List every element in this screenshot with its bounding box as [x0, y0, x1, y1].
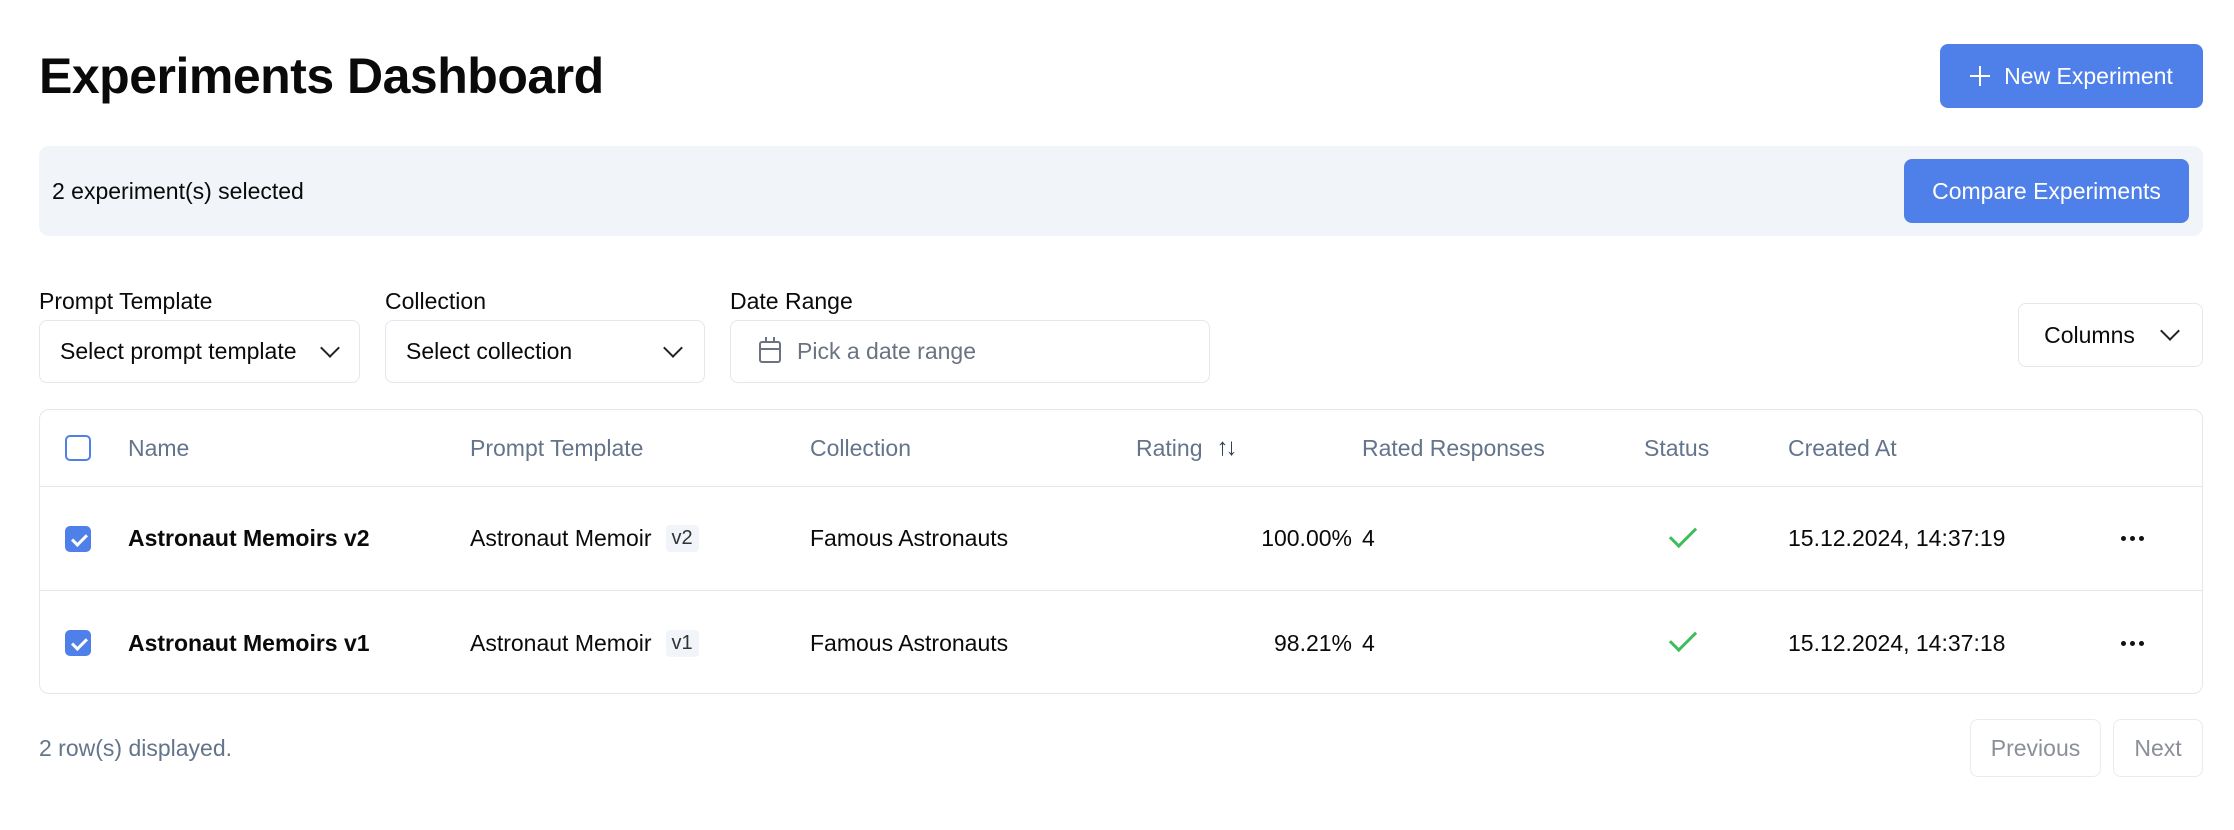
collection-select-value: Select collection: [406, 338, 573, 364]
select-all-checkbox[interactable]: [65, 435, 91, 461]
collection-filter-label: Collection: [385, 288, 486, 314]
new-experiment-label: New Experiment: [2004, 62, 2173, 89]
prompt-template-filter-label: Prompt Template: [39, 288, 213, 314]
column-header-rating[interactable]: Rating ↑↓: [1136, 410, 1237, 486]
select-all-cell: [65, 410, 91, 486]
column-header-collection[interactable]: Collection: [810, 410, 911, 486]
collection-select[interactable]: Select collection: [385, 320, 705, 383]
prompt-template-cell: Astronaut Memoir v1: [470, 591, 699, 695]
selection-count: 2 experiment(s) selected: [52, 178, 304, 204]
created-at-cell: 15.12.2024, 14:37:18: [1788, 629, 2006, 656]
date-range-picker[interactable]: Pick a date range: [730, 320, 1210, 383]
column-header-prompt-template[interactable]: Prompt Template: [470, 410, 643, 486]
column-header-status[interactable]: Status: [1644, 410, 1709, 486]
prompt-template-cell: Astronaut Memoir v2: [470, 487, 699, 590]
date-range-placeholder: Pick a date range: [797, 338, 977, 364]
prompt-template-select-value: Select prompt template: [60, 338, 297, 364]
rating-cell: 100.00%: [1261, 525, 1352, 551]
column-header-name[interactable]: Name: [128, 410, 189, 486]
row-select-cell: [65, 487, 91, 590]
sort-icon[interactable]: ↑↓: [1216, 434, 1237, 462]
selection-bar: 2 experiment(s) selected Compare Experim…: [39, 146, 2203, 236]
rated-responses-cell: 4: [1362, 525, 1375, 551]
calendar-icon: [759, 336, 781, 363]
experiment-name[interactable]: Astronaut Memoirs v2: [128, 487, 370, 590]
row-select-cell: [65, 591, 91, 695]
columns-label: Columns: [2044, 321, 2135, 348]
created-at-cell: 15.12.2024, 14:37:19: [1788, 525, 2006, 551]
table-row[interactable]: Astronaut Memoirs v2 Astronaut Memoir v2…: [40, 487, 2202, 591]
previous-page-button[interactable]: Previous: [1970, 719, 2101, 777]
columns-button[interactable]: Columns: [2018, 303, 2203, 367]
column-header-created-at[interactable]: Created At: [1788, 410, 1897, 486]
more-horizontal-icon: [2121, 640, 2144, 646]
rated-responses-cell: 4: [1362, 629, 1375, 656]
prompt-template-select[interactable]: Select prompt template: [39, 320, 360, 383]
collection-cell: Famous Astronauts: [810, 525, 1009, 551]
rating-header-label: Rating: [1136, 434, 1203, 461]
row-actions-button[interactable]: [2121, 487, 2144, 590]
status-cell: [1668, 487, 1698, 590]
compare-experiments-button[interactable]: Compare Experiments: [1904, 159, 2189, 223]
chevron-down-icon: [320, 337, 340, 358]
plus-icon: [1970, 66, 1991, 86]
page-title: Experiments Dashboard: [39, 48, 604, 104]
chevron-down-icon: [2159, 321, 2180, 341]
chevron-down-icon: [663, 337, 683, 358]
version-badge: v1: [665, 629, 699, 657]
status-cell: [1668, 591, 1698, 695]
prompt-template-name: Astronaut Memoir: [470, 525, 652, 551]
row-checkbox[interactable]: [65, 630, 91, 656]
version-badge: v2: [665, 525, 699, 552]
collection-cell: Famous Astronauts: [810, 629, 1009, 656]
table-header-row: Name Prompt Template Collection Rating ↑…: [40, 410, 2202, 487]
experiment-name[interactable]: Astronaut Memoirs v1: [128, 591, 370, 695]
row-actions-button[interactable]: [2121, 591, 2144, 695]
date-range-filter-label: Date Range: [730, 288, 853, 314]
check-icon: [1668, 519, 1698, 548]
prompt-template-name: Astronaut Memoir: [470, 629, 652, 656]
next-page-button[interactable]: Next: [2113, 719, 2203, 777]
row-checkbox[interactable]: [65, 525, 91, 552]
table-row[interactable]: Astronaut Memoirs v1 Astronaut Memoir v1…: [40, 591, 2202, 695]
column-header-rated-responses[interactable]: Rated Responses: [1362, 410, 1545, 486]
check-icon: [1668, 623, 1698, 653]
new-experiment-button[interactable]: New Experiment: [1940, 44, 2203, 108]
more-horizontal-icon: [2121, 536, 2144, 541]
experiments-table: Name Prompt Template Collection Rating ↑…: [39, 409, 2203, 694]
rating-cell: 98.21%: [1273, 629, 1352, 656]
rows-displayed-text: 2 row(s) displayed.: [39, 735, 233, 761]
